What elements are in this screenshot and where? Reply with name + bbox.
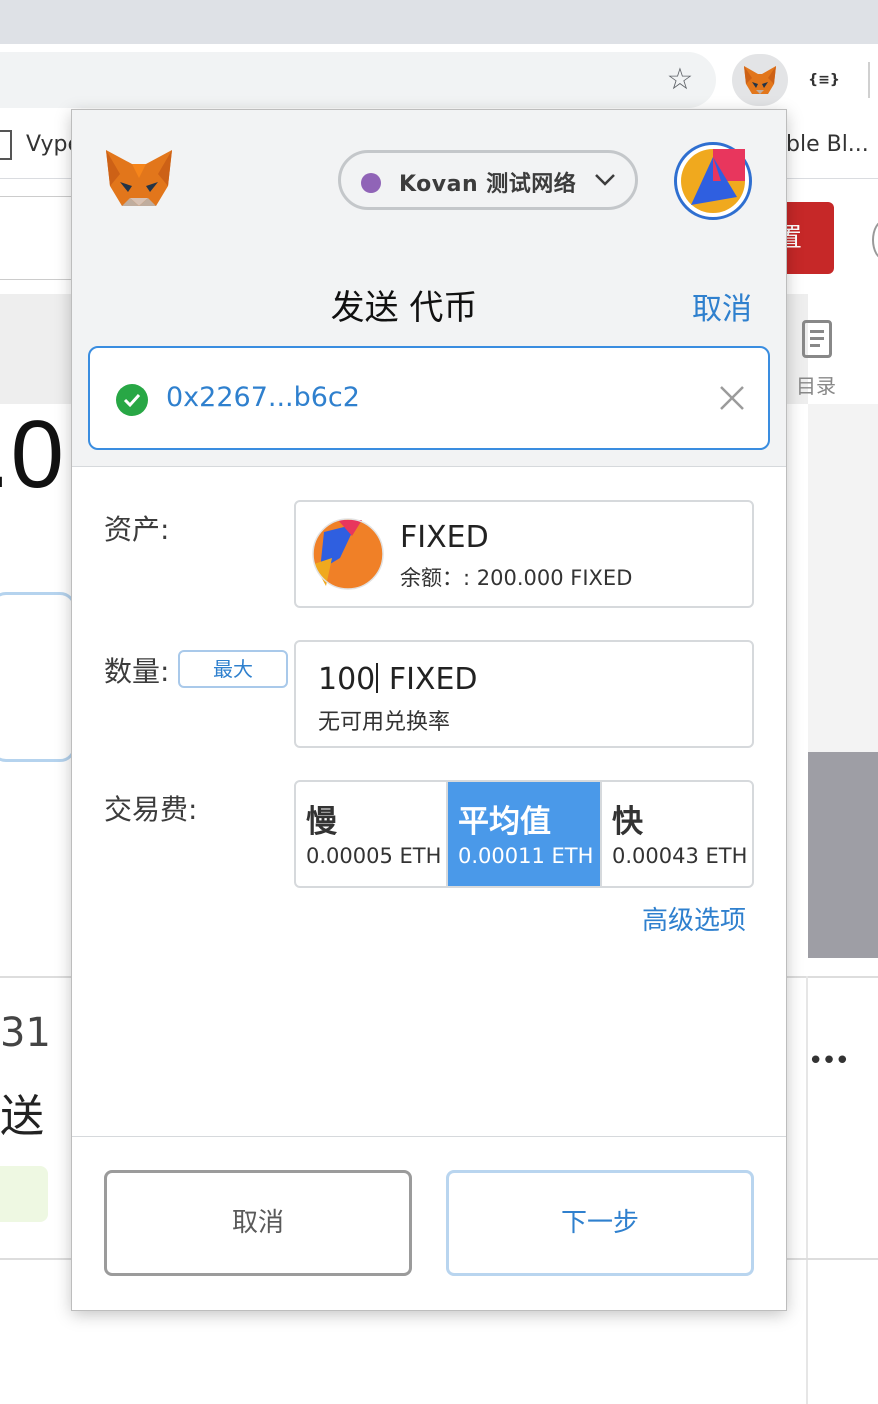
account-identicon-icon <box>681 149 745 213</box>
fee-option-fast[interactable]: 快 0.00043 ETH <box>602 782 754 886</box>
metamask-logo-icon <box>106 150 172 206</box>
fee-option-name: 快 <box>612 804 643 840</box>
network-status-dot <box>361 173 381 193</box>
toc-icon <box>802 320 832 358</box>
fee-selector: 慢 0.00005 ETH 平均值 0.00011 ETH 快 0.00043 … <box>294 780 754 888</box>
toolbar-divider <box>868 62 870 98</box>
text-caret <box>376 663 379 693</box>
token-identicon-icon <box>312 518 384 590</box>
amount-unit: FIXED <box>388 662 478 697</box>
metamask-fox-icon <box>744 66 776 94</box>
page-search-input <box>0 196 73 280</box>
account-avatar[interactable] <box>674 142 752 220</box>
recipient-address: 0x2267...b6c2 <box>166 382 360 413</box>
asset-selector[interactable]: FIXED 余额：: 200.000 FIXED <box>294 500 754 608</box>
amount-label: 数量: <box>104 655 170 688</box>
metamask-popup: Kovan 测试网络 发送 代币 取消 0x2267...b6c2 资产: FI… <box>72 110 786 1310</box>
asset-label: 资产: <box>104 513 170 546</box>
check-icon <box>116 384 148 416</box>
page-number-31: 31 <box>0 1010 51 1056</box>
network-label: Kovan 测试网络 <box>399 172 577 197</box>
fee-option-value: 0.00011 ETH <box>458 844 594 868</box>
footer-divider <box>72 1136 786 1137</box>
header-cancel-link[interactable]: 取消 <box>692 284 752 328</box>
asset-name: FIXED <box>400 520 489 555</box>
toc-label: 目录 <box>796 374 836 398</box>
fee-option-value: 0.00043 ETH <box>612 844 748 868</box>
fee-option-name: 慢 <box>306 804 337 840</box>
address-bar[interactable] <box>0 52 716 108</box>
browser-tab-strip <box>0 0 878 44</box>
fee-option-average[interactable]: 平均值 0.00011 ETH <box>448 782 600 886</box>
cancel-button[interactable]: 取消 <box>104 1170 412 1276</box>
amount-number: 100 <box>318 662 376 697</box>
next-button[interactable]: 下一步 <box>446 1170 754 1276</box>
page-dark-panel <box>808 752 878 958</box>
bookmark-star-icon[interactable]: ☆ <box>660 58 700 102</box>
page-vertical-divider <box>806 976 808 1404</box>
page-green-tag <box>0 1166 48 1222</box>
asset-balance: 余额：: 200.000 FIXED <box>400 566 633 590</box>
json-viewer-extension-icon[interactable]: {≡} <box>806 62 842 98</box>
page-red-button: 置 <box>776 202 834 274</box>
page-avatar-partial <box>872 220 878 260</box>
amount-input[interactable]: 100 FIXED 无可用兑换率 <box>294 640 754 748</box>
header-divider <box>72 466 786 467</box>
page-title: 发送 代币 <box>330 288 478 328</box>
page-outlined-box <box>0 592 76 762</box>
bookmark-item-vype[interactable]: Vype <box>0 130 81 160</box>
page-big-number: .0 <box>0 401 65 508</box>
close-icon[interactable] <box>718 384 746 412</box>
bookmark-folder-icon <box>0 130 12 160</box>
more-dots-icon: ••• <box>808 1046 850 1076</box>
page-char: 送 <box>0 1091 44 1142</box>
bookmark-item-right[interactable]: ble Bl... <box>786 132 869 157</box>
advanced-options-link[interactable]: 高级选项 <box>642 900 746 937</box>
amount-value: 100 FIXED <box>318 662 478 697</box>
metamask-extension-button[interactable] <box>732 54 788 106</box>
conversion-rate-note: 无可用兑换率 <box>318 710 451 735</box>
fee-option-value: 0.00005 ETH <box>306 844 442 868</box>
fee-option-name: 平均值 <box>458 804 551 840</box>
fee-option-slow[interactable]: 慢 0.00005 ETH <box>296 782 448 886</box>
chevron-down-icon <box>595 174 615 186</box>
recipient-field[interactable]: 0x2267...b6c2 <box>88 346 770 450</box>
max-button[interactable]: 最大 <box>178 650 288 688</box>
fee-label: 交易费: <box>104 793 198 826</box>
page-right-panel <box>808 404 878 752</box>
network-selector[interactable]: Kovan 测试网络 <box>338 150 638 210</box>
